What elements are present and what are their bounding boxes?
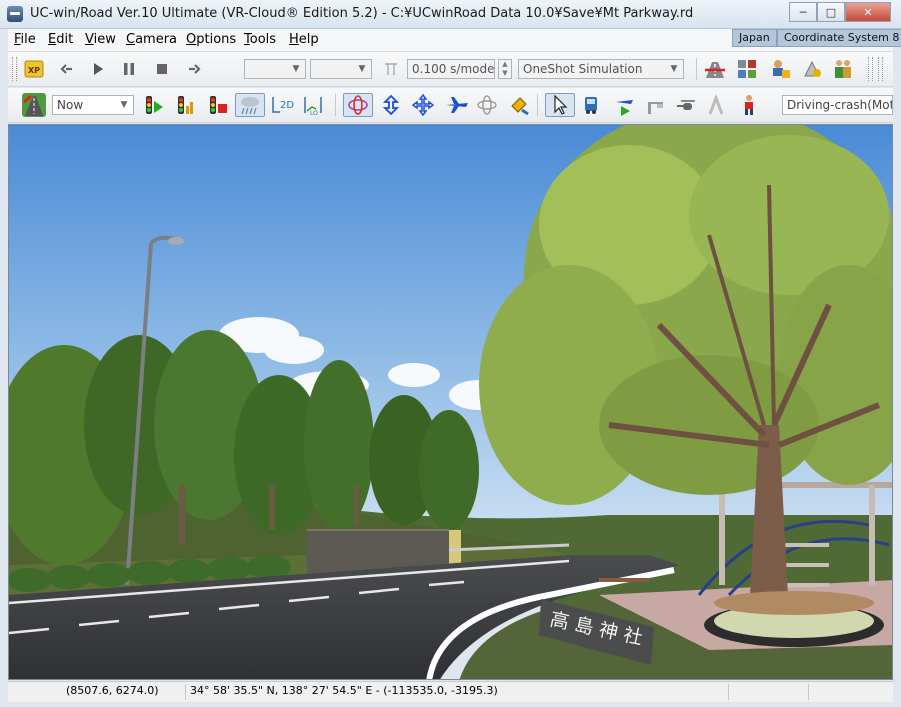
- status-local-coords: (8507.6, 6274.0): [66, 684, 159, 697]
- title-bar[interactable]: UC-win/Road Ver.10 Ultimate (VR-Cloud® E…: [0, 0, 901, 29]
- road-view-icon[interactable]: [20, 93, 48, 117]
- 3d-viewport[interactable]: 高島神社: [8, 124, 893, 680]
- menu-view[interactable]: View: [85, 32, 116, 47]
- traffic-start-icon[interactable]: [142, 93, 166, 117]
- model-settings-icon[interactable]: [800, 57, 824, 81]
- road-section-icon[interactable]: [703, 57, 727, 81]
- scene-render[interactable]: 高島神社: [9, 125, 893, 680]
- menu-edit[interactable]: Edit: [48, 32, 73, 47]
- menu-options[interactable]: Options: [186, 32, 236, 47]
- window-controls: ─ □ ✕: [789, 2, 891, 22]
- grid-edit-icon[interactable]: [735, 57, 759, 81]
- orbit-icon[interactable]: [343, 93, 373, 117]
- menu-file[interactable]: File: [14, 32, 36, 47]
- pause-icon[interactable]: [117, 57, 141, 81]
- paint-icon[interactable]: [507, 93, 531, 117]
- toolbar-grip[interactable]: [12, 57, 17, 81]
- svg-text:LO: LO: [310, 110, 318, 116]
- stop-icon[interactable]: [150, 57, 174, 81]
- menu-help[interactable]: Help: [289, 32, 319, 47]
- view-2d-icon[interactable]: 2D: [269, 93, 297, 117]
- minimize-button[interactable]: ─: [789, 2, 817, 22]
- toolbar-separator: [537, 94, 538, 116]
- svg-text:XP: XP: [28, 66, 40, 75]
- app-window: UC-win/Road Ver.10 Ultimate (VR-Cloud® E…: [0, 0, 901, 707]
- traffic-stop-icon[interactable]: [206, 93, 230, 117]
- step-time-spinner[interactable]: ▲ ▼: [498, 59, 512, 79]
- toolbar-grip[interactable]: [878, 57, 883, 81]
- status-geo-coords: 34° 58' 35.5" N, 138° 27' 54.5" E - (-11…: [185, 684, 690, 700]
- road-select[interactable]: ▼: [244, 59, 306, 79]
- region-badge[interactable]: Japan: [732, 29, 777, 47]
- menu-camera[interactable]: Camera: [126, 32, 177, 47]
- camera-pole-icon[interactable]: [644, 93, 668, 117]
- fly-mode-icon[interactable]: [443, 93, 471, 117]
- pedestrian-icon[interactable]: [737, 93, 761, 117]
- select-cursor-icon[interactable]: [545, 93, 575, 117]
- lane-select[interactable]: ▼: [310, 59, 372, 79]
- move-vertical-icon[interactable]: [379, 93, 403, 117]
- menu-bar: File Edit View Camera Options Tools Help…: [8, 29, 901, 52]
- log-icon[interactable]: LO: [301, 93, 325, 117]
- svg-text:2D: 2D: [280, 100, 294, 111]
- traffic-level-icon[interactable]: [174, 93, 198, 117]
- toolbar-grip[interactable]: [868, 57, 873, 81]
- step-time-field[interactable]: 0.100 s/model: [407, 59, 495, 79]
- step-forward-icon[interactable]: [182, 57, 206, 81]
- status-panel: [808, 684, 883, 700]
- app-icon[interactable]: [7, 6, 23, 22]
- weather-rain-icon[interactable]: [235, 93, 265, 117]
- user-model-icon[interactable]: [768, 57, 792, 81]
- scenario-select[interactable]: Driving-crash(Motorbik: [782, 95, 893, 115]
- view-toolbar: Now ▼ 2D LO Driving-crash(Mo: [8, 88, 893, 123]
- simulation-mode-select[interactable]: OneShot Simulation ▼: [518, 59, 684, 79]
- ribbon-icon[interactable]: [704, 93, 728, 117]
- xp-icon[interactable]: XP: [22, 57, 46, 81]
- people-icon[interactable]: [831, 57, 855, 81]
- rotate-model-icon[interactable]: [475, 93, 499, 117]
- move-pan-icon[interactable]: [411, 93, 435, 117]
- distance-icon[interactable]: [379, 57, 403, 81]
- toolbar-separator: [335, 94, 336, 116]
- maximize-button[interactable]: □: [817, 2, 845, 22]
- play-icon[interactable]: [86, 57, 110, 81]
- close-button[interactable]: ✕: [845, 2, 891, 22]
- menu-tools[interactable]: Tools: [244, 32, 276, 47]
- status-panel: [728, 684, 803, 700]
- helicopter-icon[interactable]: [674, 93, 698, 117]
- simulation-toolbar: XP ▼ ▼ 0.100 s/model ▲ ▼ OneShot Simulati…: [8, 52, 893, 87]
- window-title: UC-win/Road Ver.10 Ultimate (VR-Cloud® E…: [30, 6, 694, 21]
- toolbar-separator: [696, 58, 697, 80]
- vehicle-icon[interactable]: [580, 93, 604, 117]
- status-bar: (8507.6, 6274.0) 34° 58' 35.5" N, 138° 2…: [8, 681, 893, 702]
- time-of-day-select[interactable]: Now ▼: [52, 95, 134, 115]
- step-back-icon[interactable]: [55, 57, 79, 81]
- coordinate-system-badge[interactable]: Coordinate System 8: [777, 29, 901, 47]
- start-drive-icon[interactable]: [612, 93, 636, 117]
